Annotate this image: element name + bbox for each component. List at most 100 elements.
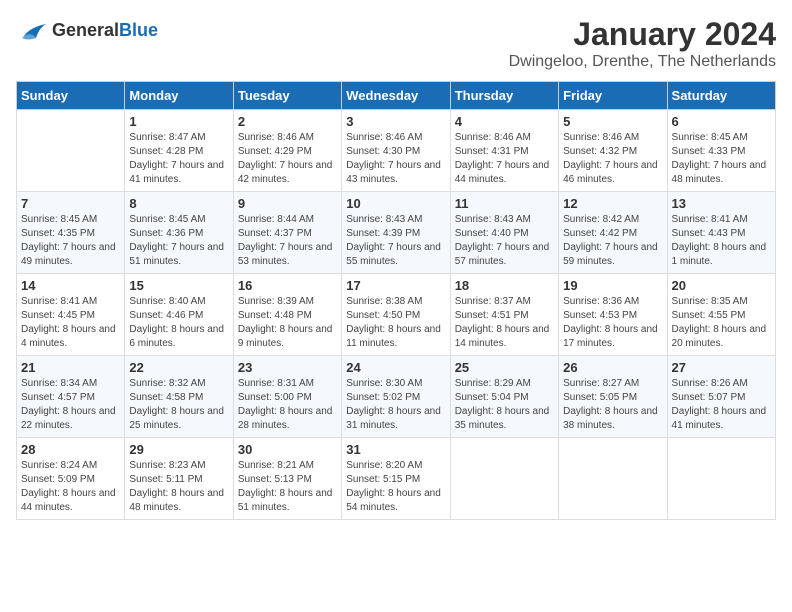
calendar-cell: 17Sunrise: 8:38 AM Sunset: 4:50 PM Dayli… <box>342 274 450 356</box>
calendar-cell: 22 Sunrise: 8:32 AM Sunset: 4:58 PM Dayli… <box>125 356 233 438</box>
cell-content: 5 Sunrise: 8:46 AM Sunset: 4:32 PM Daylig… <box>563 114 662 187</box>
cell-content: 14Sunrise: 8:41 AM Sunset: 4:45 PM Dayli… <box>21 278 120 351</box>
day-number: 13 <box>672 196 771 211</box>
day-number: 31 <box>346 442 445 457</box>
calendar-cell: 29Sunrise: 8:23 AM Sunset: 5:11 PM Dayli… <box>125 438 233 520</box>
day-number: 4 <box>455 114 554 129</box>
calendar-cell: 9Sunrise: 8:44 AM Sunset: 4:37 PM Daylig… <box>233 192 341 274</box>
calendar-cell: 24Sunrise: 8:30 AM Sunset: 5:02 PM Dayli… <box>342 356 450 438</box>
cell-content: 9Sunrise: 8:44 AM Sunset: 4:37 PM Daylig… <box>238 196 337 269</box>
calendar-cell: 6 Sunrise: 8:45 AM Sunset: 4:33 PM Daylig… <box>667 110 775 192</box>
day-info: Sunrise: 8:47 AM Sunset: 4:28 PM Dayligh… <box>129 131 228 187</box>
calendar-cell: 3 Sunrise: 8:46 AM Sunset: 4:30 PM Daylig… <box>342 110 450 192</box>
cell-content: 27 Sunrise: 8:26 AM Sunset: 5:07 PM Dayli… <box>672 360 771 433</box>
day-info: Sunrise: 8:44 AM Sunset: 4:37 PM Dayligh… <box>238 213 337 269</box>
cell-content: 17Sunrise: 8:38 AM Sunset: 4:50 PM Dayli… <box>346 278 445 351</box>
cell-content: 30 Sunrise: 8:21 AM Sunset: 5:13 PM Dayli… <box>238 442 337 515</box>
calendar-week-row: 14Sunrise: 8:41 AM Sunset: 4:45 PM Dayli… <box>17 274 776 356</box>
day-number: 7 <box>21 196 120 211</box>
day-number: 5 <box>563 114 662 129</box>
day-info: Sunrise: 8:46 AM Sunset: 4:31 PM Dayligh… <box>455 131 554 187</box>
calendar-cell: 11 Sunrise: 8:43 AM Sunset: 4:40 PM Dayli… <box>450 192 558 274</box>
month-title: January 2024 <box>509 16 776 53</box>
day-info: Sunrise: 8:46 AM Sunset: 4:30 PM Dayligh… <box>346 131 445 187</box>
col-friday: Friday <box>559 82 667 110</box>
calendar-cell <box>17 110 125 192</box>
calendar-cell: 20Sunrise: 8:35 AM Sunset: 4:55 PM Dayli… <box>667 274 775 356</box>
day-info: Sunrise: 8:24 AM Sunset: 5:09 PM Dayligh… <box>21 459 120 515</box>
cell-content: 25Sunrise: 8:29 AM Sunset: 5:04 PM Dayli… <box>455 360 554 433</box>
day-number: 12 <box>563 196 662 211</box>
day-info: Sunrise: 8:41 AM Sunset: 4:43 PM Dayligh… <box>672 213 771 269</box>
day-info: Sunrise: 8:34 AM Sunset: 4:57 PM Dayligh… <box>21 377 120 433</box>
cell-content: 4 Sunrise: 8:46 AM Sunset: 4:31 PM Daylig… <box>455 114 554 187</box>
logo: GeneralBlue <box>16 16 158 44</box>
day-info: Sunrise: 8:43 AM Sunset: 4:40 PM Dayligh… <box>455 213 554 269</box>
cell-content: 20Sunrise: 8:35 AM Sunset: 4:55 PM Dayli… <box>672 278 771 351</box>
calendar-table: Sunday Monday Tuesday Wednesday Thursday… <box>16 81 776 520</box>
calendar-cell: 28Sunrise: 8:24 AM Sunset: 5:09 PM Dayli… <box>17 438 125 520</box>
logo-icon <box>16 16 48 44</box>
day-number: 11 <box>455 196 554 211</box>
calendar-cell: 16Sunrise: 8:39 AM Sunset: 4:48 PM Dayli… <box>233 274 341 356</box>
logo-text: GeneralBlue <box>52 20 158 41</box>
day-number: 21 <box>21 360 120 375</box>
cell-content: 26Sunrise: 8:27 AM Sunset: 5:05 PM Dayli… <box>563 360 662 433</box>
cell-content: 28Sunrise: 8:24 AM Sunset: 5:09 PM Dayli… <box>21 442 120 515</box>
cell-content: 19Sunrise: 8:36 AM Sunset: 4:53 PM Dayli… <box>563 278 662 351</box>
calendar-week-row: 28Sunrise: 8:24 AM Sunset: 5:09 PM Dayli… <box>17 438 776 520</box>
calendar-cell: 19Sunrise: 8:36 AM Sunset: 4:53 PM Dayli… <box>559 274 667 356</box>
day-number: 27 <box>672 360 771 375</box>
day-number: 15 <box>129 278 228 293</box>
day-number: 14 <box>21 278 120 293</box>
cell-content: 7Sunrise: 8:45 AM Sunset: 4:35 PM Daylig… <box>21 196 120 269</box>
calendar-cell: 2Sunrise: 8:46 AM Sunset: 4:29 PM Daylig… <box>233 110 341 192</box>
calendar-week-row: 1Sunrise: 8:47 AM Sunset: 4:28 PM Daylig… <box>17 110 776 192</box>
calendar-cell: 18Sunrise: 8:37 AM Sunset: 4:51 PM Dayli… <box>450 274 558 356</box>
day-number: 6 <box>672 114 771 129</box>
calendar-cell: 1Sunrise: 8:47 AM Sunset: 4:28 PM Daylig… <box>125 110 233 192</box>
day-info: Sunrise: 8:26 AM Sunset: 5:07 PM Dayligh… <box>672 377 771 433</box>
calendar-cell: 12Sunrise: 8:42 AM Sunset: 4:42 PM Dayli… <box>559 192 667 274</box>
col-thursday: Thursday <box>450 82 558 110</box>
calendar-cell: 13 Sunrise: 8:41 AM Sunset: 4:43 PM Dayli… <box>667 192 775 274</box>
day-info: Sunrise: 8:46 AM Sunset: 4:32 PM Dayligh… <box>563 131 662 187</box>
calendar-cell: 7Sunrise: 8:45 AM Sunset: 4:35 PM Daylig… <box>17 192 125 274</box>
day-number: 3 <box>346 114 445 129</box>
cell-content: 12Sunrise: 8:42 AM Sunset: 4:42 PM Dayli… <box>563 196 662 269</box>
calendar-cell <box>559 438 667 520</box>
col-tuesday: Tuesday <box>233 82 341 110</box>
day-number: 17 <box>346 278 445 293</box>
cell-content: 23Sunrise: 8:31 AM Sunset: 5:00 PM Dayli… <box>238 360 337 433</box>
day-info: Sunrise: 8:45 AM Sunset: 4:36 PM Dayligh… <box>129 213 228 269</box>
cell-content: 29Sunrise: 8:23 AM Sunset: 5:11 PM Dayli… <box>129 442 228 515</box>
day-info: Sunrise: 8:45 AM Sunset: 4:33 PM Dayligh… <box>672 131 771 187</box>
col-monday: Monday <box>125 82 233 110</box>
calendar-cell: 31Sunrise: 8:20 AM Sunset: 5:15 PM Dayli… <box>342 438 450 520</box>
day-number: 30 <box>238 442 337 457</box>
calendar-cell: 8Sunrise: 8:45 AM Sunset: 4:36 PM Daylig… <box>125 192 233 274</box>
calendar-cell <box>450 438 558 520</box>
calendar-cell: 14Sunrise: 8:41 AM Sunset: 4:45 PM Dayli… <box>17 274 125 356</box>
calendar-week-row: 21 Sunrise: 8:34 AM Sunset: 4:57 PM Dayli… <box>17 356 776 438</box>
day-info: Sunrise: 8:21 AM Sunset: 5:13 PM Dayligh… <box>238 459 337 515</box>
day-number: 22 <box>129 360 228 375</box>
day-info: Sunrise: 8:30 AM Sunset: 5:02 PM Dayligh… <box>346 377 445 433</box>
day-info: Sunrise: 8:32 AM Sunset: 4:58 PM Dayligh… <box>129 377 228 433</box>
calendar-header-row: Sunday Monday Tuesday Wednesday Thursday… <box>17 82 776 110</box>
cell-content: 6 Sunrise: 8:45 AM Sunset: 4:33 PM Daylig… <box>672 114 771 187</box>
cell-content: 13 Sunrise: 8:41 AM Sunset: 4:43 PM Dayli… <box>672 196 771 269</box>
cell-content: 2Sunrise: 8:46 AM Sunset: 4:29 PM Daylig… <box>238 114 337 187</box>
cell-content: 11 Sunrise: 8:43 AM Sunset: 4:40 PM Dayli… <box>455 196 554 269</box>
calendar-cell: 21 Sunrise: 8:34 AM Sunset: 4:57 PM Dayli… <box>17 356 125 438</box>
day-info: Sunrise: 8:27 AM Sunset: 5:05 PM Dayligh… <box>563 377 662 433</box>
cell-content: 21 Sunrise: 8:34 AM Sunset: 4:57 PM Dayli… <box>21 360 120 433</box>
calendar-cell: 10Sunrise: 8:43 AM Sunset: 4:39 PM Dayli… <box>342 192 450 274</box>
calendar-cell: 4 Sunrise: 8:46 AM Sunset: 4:31 PM Daylig… <box>450 110 558 192</box>
calendar-week-row: 7Sunrise: 8:45 AM Sunset: 4:35 PM Daylig… <box>17 192 776 274</box>
day-number: 20 <box>672 278 771 293</box>
calendar-cell: 27 Sunrise: 8:26 AM Sunset: 5:07 PM Dayli… <box>667 356 775 438</box>
cell-content: 16Sunrise: 8:39 AM Sunset: 4:48 PM Dayli… <box>238 278 337 351</box>
cell-content: 8Sunrise: 8:45 AM Sunset: 4:36 PM Daylig… <box>129 196 228 269</box>
cell-content: 1Sunrise: 8:47 AM Sunset: 4:28 PM Daylig… <box>129 114 228 187</box>
